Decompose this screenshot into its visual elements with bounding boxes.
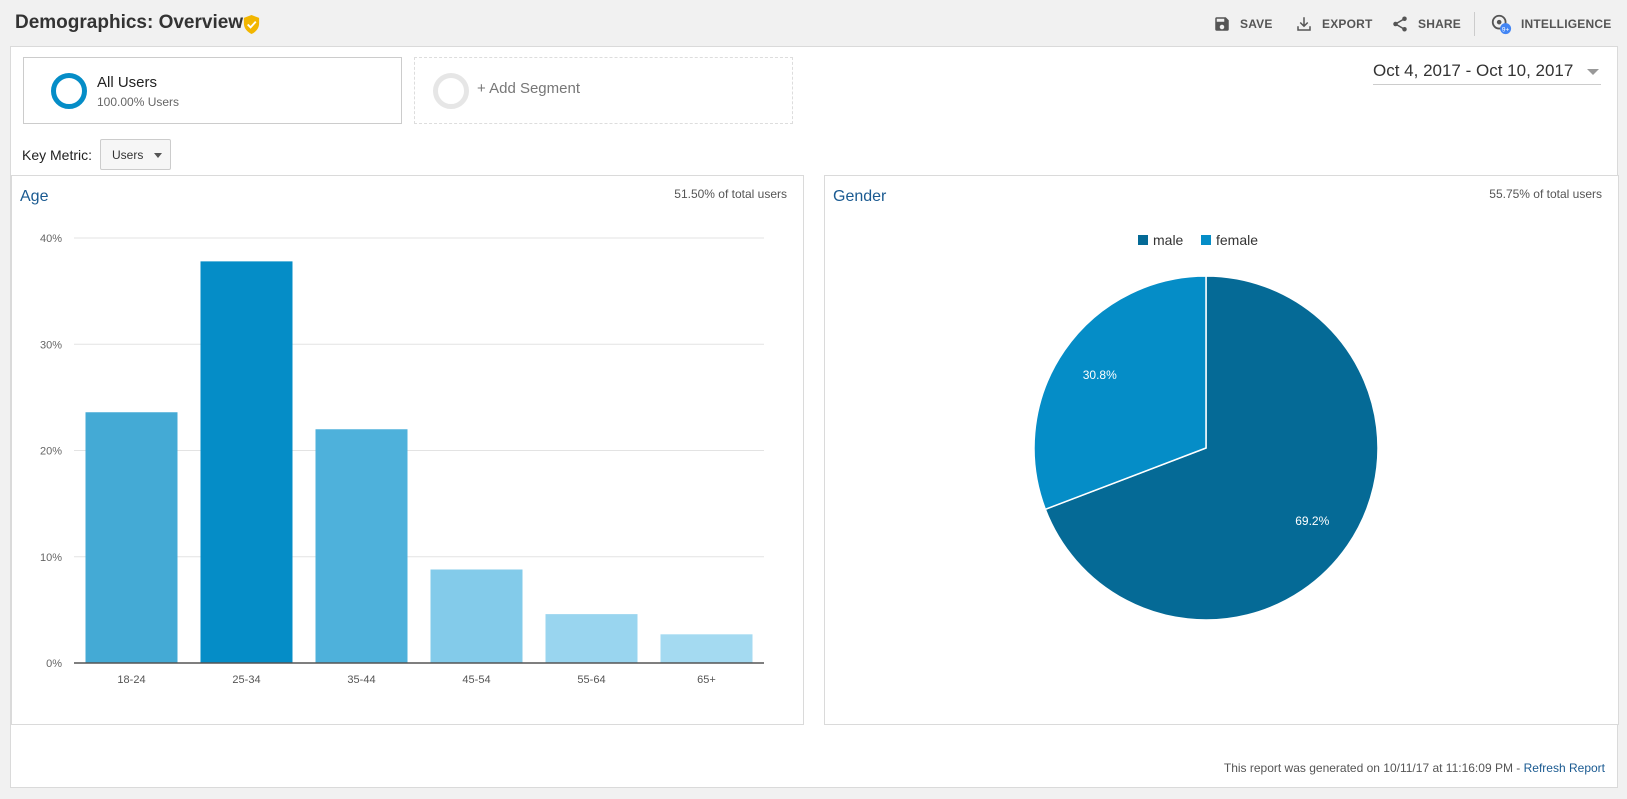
age-bar[interactable] <box>85 412 178 663</box>
report-footer: This report was generated on 10/11/17 at… <box>1224 761 1605 775</box>
legend-label: female <box>1216 232 1258 248</box>
legend-label: male <box>1153 232 1184 248</box>
empty-segment-ring-icon <box>433 73 469 109</box>
report-body: All Users 100.00% Users + Add Segment Oc… <box>10 46 1619 788</box>
save-button[interactable]: SAVE <box>1213 13 1273 35</box>
y-tick-label: 0% <box>46 658 62 670</box>
age-panel: Age 51.50% of total users 0% 10% 20% 30% 40%… <box>11 175 804 725</box>
y-tick-label: 30% <box>40 339 62 351</box>
add-segment-button[interactable]: + Add Segment <box>414 57 793 124</box>
age-bar[interactable] <box>545 614 638 663</box>
legend-swatch <box>1138 235 1148 245</box>
report-header: Demographics: Overview SAVE EXPORT SHARE… <box>0 0 1627 46</box>
age-bar[interactable] <box>200 261 293 663</box>
save-icon <box>1215 17 1229 31</box>
toolbar-divider <box>1474 12 1475 36</box>
page-title: Demographics: Overview <box>15 12 244 33</box>
intelligence-badge: 9+ <box>1502 26 1510 33</box>
refresh-report-link[interactable]: Refresh Report <box>1524 761 1605 775</box>
segment-name: All Users <box>97 74 158 91</box>
legend-swatch <box>1201 235 1211 245</box>
key-metric-select[interactable]: Users <box>100 139 171 170</box>
intelligence-label: INTELLIGENCE <box>1521 17 1612 31</box>
x-tick-label: 45-54 <box>462 674 490 686</box>
gender-pie-chart: male female 69.2% 30.8% <box>1033 232 1379 621</box>
age-bar-chart: 0% 10% 20% 30% 40% 18-24 25-34 35-44 45-54 55-64 6… <box>40 233 764 686</box>
date-range-picker[interactable]: Oct 4, 2017 - Oct 10, 2017 <box>1373 61 1601 85</box>
share-button[interactable]: SHARE <box>1391 13 1461 35</box>
age-bar[interactable] <box>660 634 753 663</box>
intelligence-icon: 9+ <box>1491 14 1512 35</box>
segment-ring-icon <box>51 73 87 109</box>
y-tick-label: 10% <box>40 552 62 564</box>
download-icon <box>1297 17 1311 31</box>
export-label: EXPORT <box>1322 17 1373 31</box>
chevron-down-icon <box>1587 69 1599 75</box>
share-icon <box>1393 16 1407 32</box>
x-tick-label: 65+ <box>697 674 716 686</box>
segment-sub: 100.00% Users <box>97 95 180 109</box>
save-label: SAVE <box>1240 17 1273 31</box>
key-metric-value: Users <box>112 148 144 162</box>
key-metric-label: Key Metric: <box>22 147 93 163</box>
age-bar[interactable] <box>430 569 523 664</box>
x-tick-label: 25-34 <box>232 674 260 686</box>
x-tick-label: 55-64 <box>577 674 605 686</box>
pie-value-label: 30.8% <box>1083 368 1117 382</box>
generated-text: This report was generated on 10/11/17 at… <box>1223 761 1524 775</box>
x-tick-label: 18-24 <box>117 674 145 686</box>
y-tick-label: 20% <box>40 446 62 458</box>
segment-all-users[interactable]: All Users 100.00% Users <box>23 57 402 124</box>
x-tick-label: 35-44 <box>347 674 375 686</box>
share-label: SHARE <box>1418 17 1462 31</box>
export-button[interactable]: EXPORT <box>1295 13 1373 35</box>
intelligence-button[interactable]: 9+ INTELLIGENCE <box>1490 13 1611 35</box>
y-tick-label: 40% <box>40 233 62 245</box>
add-segment-label: + Add Segment <box>477 80 580 97</box>
date-range-text: Oct 4, 2017 - Oct 10, 2017 <box>1373 61 1574 80</box>
caret-down-icon <box>154 153 162 158</box>
gender-panel: Gender 55.75% of total users male female 6… <box>824 175 1619 725</box>
age-bar[interactable] <box>315 429 408 663</box>
pie-value-label: 69.2% <box>1295 514 1329 528</box>
verified-shield-icon <box>243 15 260 34</box>
